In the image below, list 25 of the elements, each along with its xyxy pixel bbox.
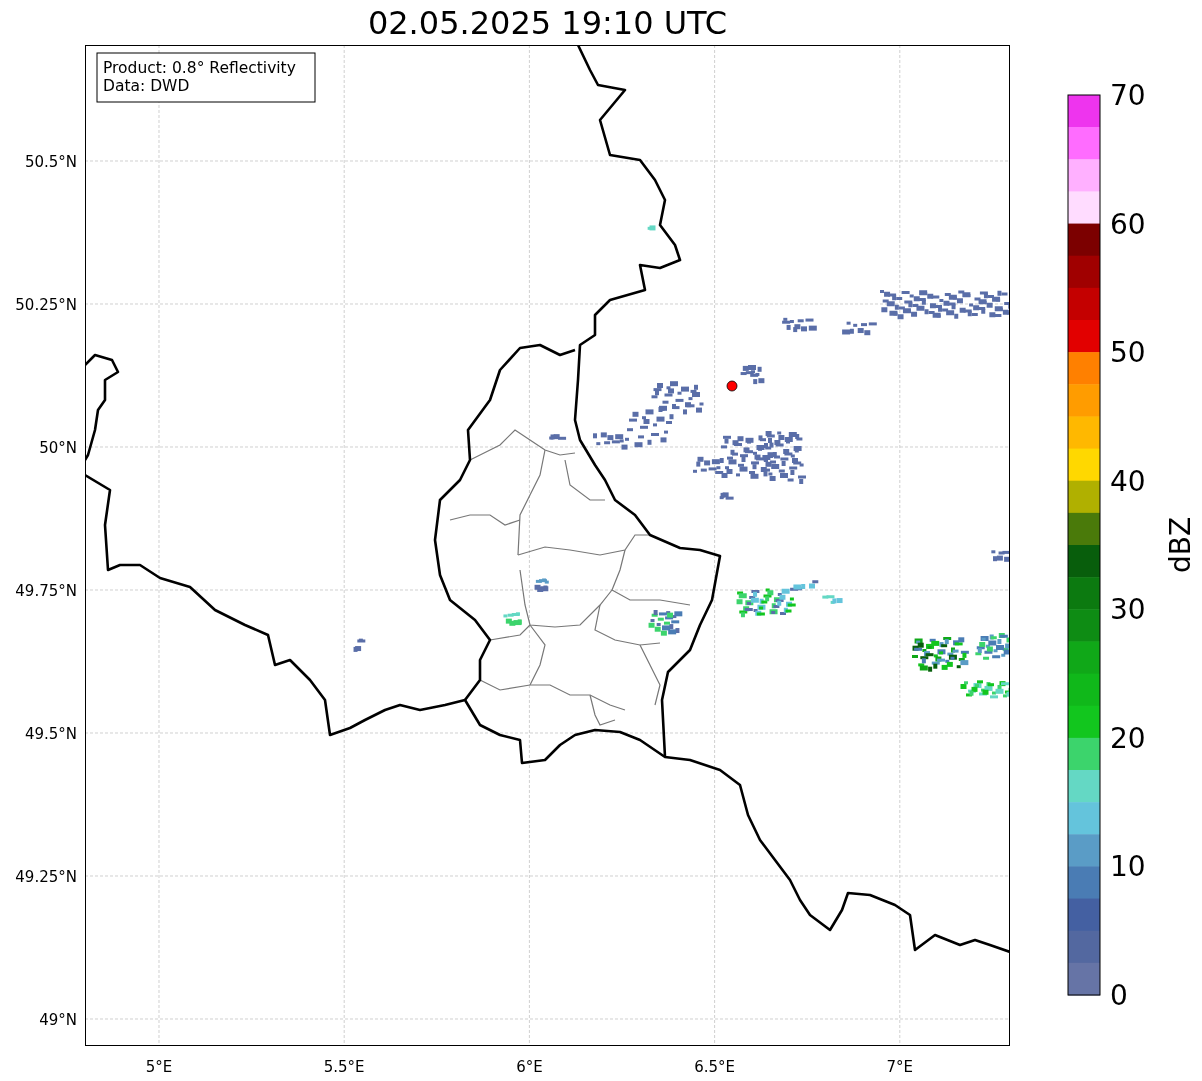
- info-text: Product: 0.8° Reflectivity: [103, 59, 296, 77]
- info-text: Data: DWD: [103, 77, 190, 95]
- chart-title: 02.05.2025 19:10 UTC: [367, 6, 728, 39]
- latitude-label: 50.25°N: [15, 296, 77, 314]
- colorbar-tick-label: 30: [1110, 593, 1146, 627]
- latitude-label: 49.75°N: [15, 582, 77, 600]
- colorbar-tick-label: 0: [1110, 979, 1128, 1012]
- colorbar-tick-label: 40: [1110, 464, 1146, 498]
- colorbar-tick-label: 60: [1110, 207, 1146, 241]
- colorbar-tick-label: 20: [1110, 721, 1146, 755]
- colorbar-tick-label: 70: [1110, 79, 1146, 112]
- colorbar-tick-label: 50: [1110, 336, 1146, 370]
- latitude-label: 49.5°N: [24, 725, 77, 743]
- longitude-label: 6°E: [516, 1058, 543, 1076]
- colorbar-label: dBZ: [1164, 516, 1197, 574]
- latitude-label: 49.25°N: [15, 868, 77, 886]
- radar-site-marker: [726, 380, 738, 392]
- longitude-label: 7°E: [886, 1058, 914, 1076]
- latitude-label: 49°N: [39, 1011, 77, 1029]
- longitude-label: 5°E: [145, 1058, 173, 1076]
- latitude-label: 50.5°N: [24, 153, 77, 171]
- longitude-label: 5.5°E: [323, 1058, 365, 1076]
- colorbar-tick-label: 10: [1110, 850, 1146, 884]
- longitude-label: 6.5°E: [694, 1058, 735, 1076]
- latitude-label: 50°N: [39, 439, 77, 457]
